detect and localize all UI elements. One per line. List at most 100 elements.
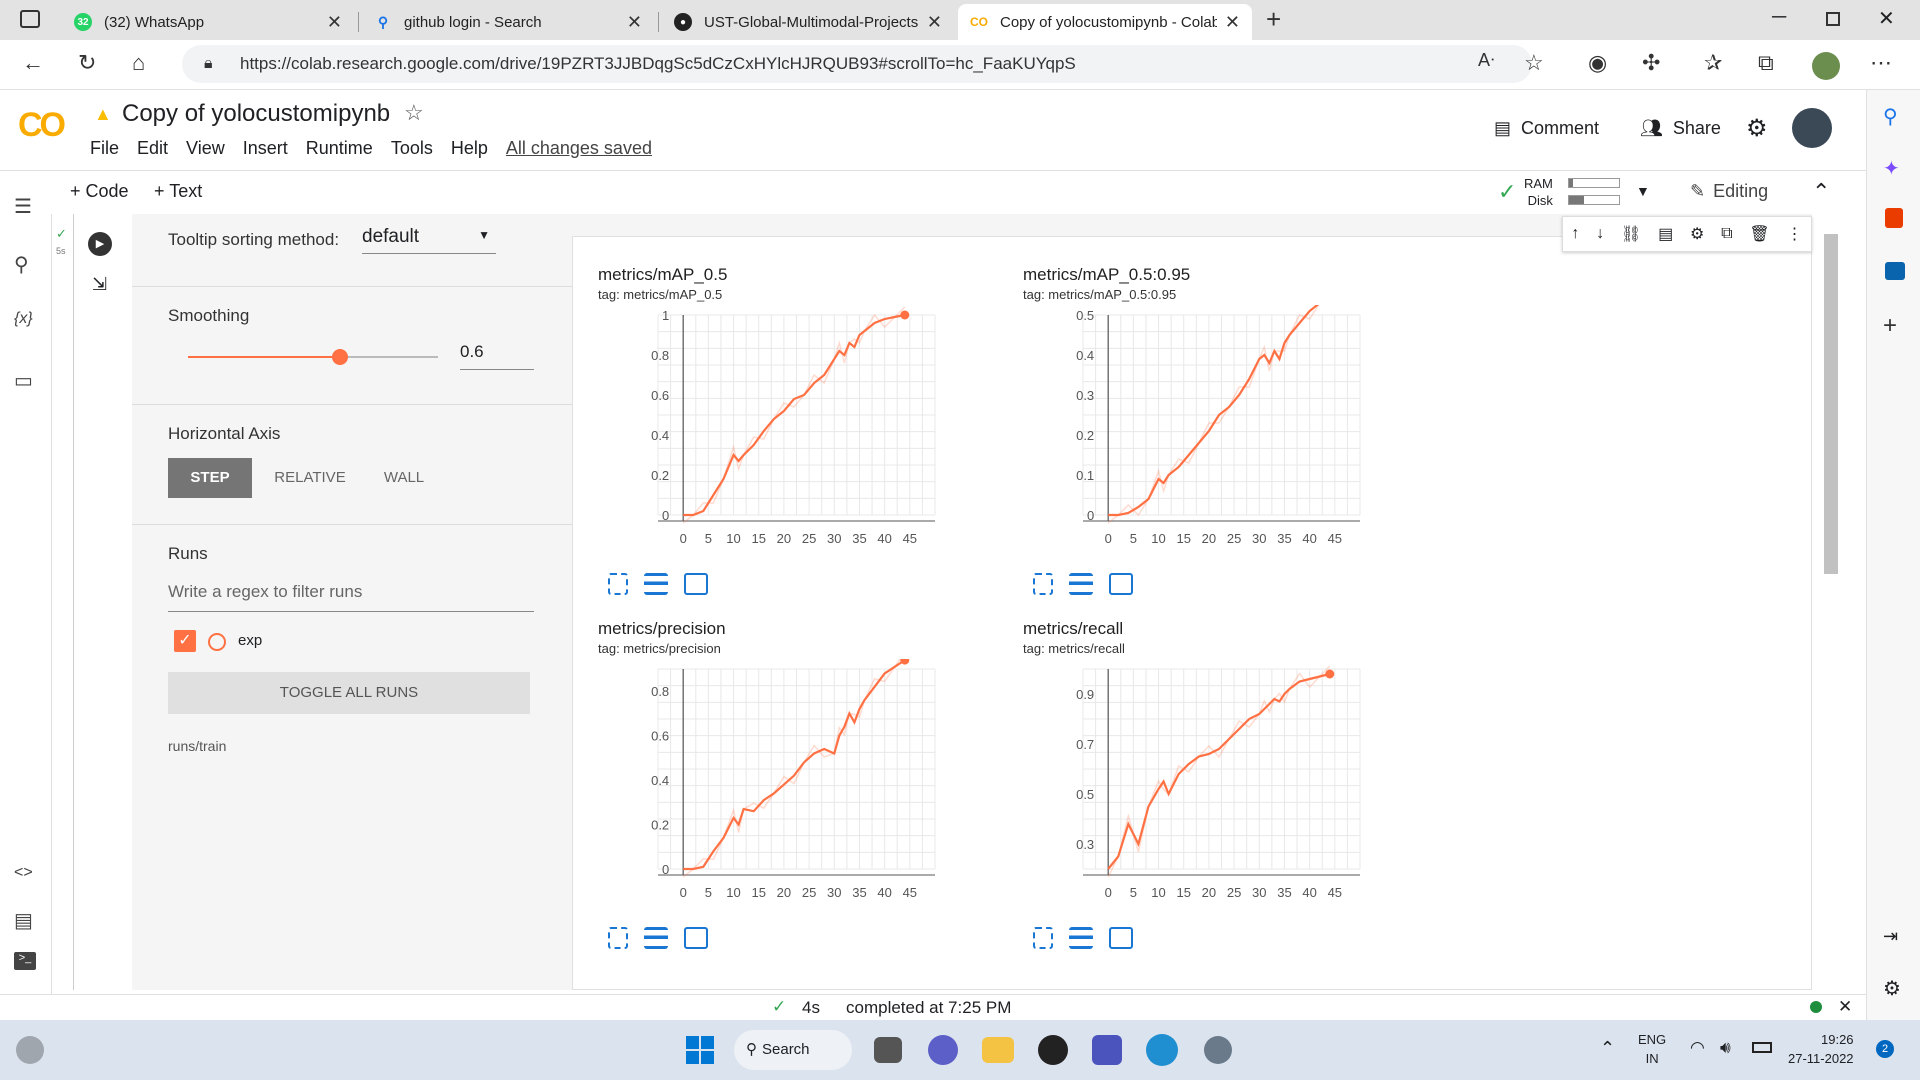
close-window-icon[interactable]: ✕ (1878, 6, 1895, 31)
run-cell-button[interactable]: ▶ (88, 232, 112, 256)
editing-button[interactable]: ✎ Editing (1690, 181, 1768, 202)
move-down-icon[interactable]: ↓ (1596, 225, 1604, 243)
status-completed[interactable]: completed at 7:25 PM (846, 998, 1011, 1018)
tray-chevron-icon[interactable]: ⌃ (1600, 1038, 1615, 1059)
runtime-dropdown-icon[interactable]: ▼ (1636, 183, 1650, 199)
data-toggle-icon[interactable] (644, 927, 668, 949)
smoothing-slider[interactable] (188, 349, 438, 365)
tab-github-repo[interactable]: ● UST-Global-Multimodal-Projects ✕ (662, 4, 954, 40)
search-icon[interactable]: ⚲ (1883, 104, 1898, 129)
ram-disk-label[interactable]: RAM Disk (1524, 175, 1553, 209)
minimize-icon[interactable]: ─ (1772, 6, 1786, 29)
wifi-icon[interactable]: ◠ (1690, 1038, 1705, 1058)
refresh-icon[interactable]: ↻ (78, 50, 96, 76)
output-icon[interactable]: ⇲ (92, 274, 107, 295)
office-icon[interactable] (1885, 208, 1903, 228)
menu-file[interactable]: File (90, 138, 119, 159)
files-icon[interactable]: ▭ (14, 368, 33, 393)
settings-app-icon[interactable] (1204, 1036, 1232, 1064)
home-icon[interactable]: ⌂ (132, 50, 145, 76)
data-toggle-icon[interactable] (1069, 927, 1093, 949)
toc-icon[interactable]: ☰ (14, 194, 32, 219)
close-tab-icon[interactable]: ✕ (1225, 12, 1240, 33)
restore-icon[interactable] (1826, 12, 1840, 26)
notification-badge[interactable]: 2 (1876, 1040, 1894, 1058)
more-icon[interactable]: ⋮ (1787, 224, 1803, 244)
gear-icon[interactable]: ⚙ (1690, 224, 1704, 244)
add-icon[interactable]: + (1883, 312, 1897, 340)
discover-icon[interactable]: ✦ (1883, 156, 1900, 181)
variables-icon[interactable]: {x} (14, 310, 33, 328)
teams-icon[interactable] (1092, 1035, 1122, 1065)
collections-icon[interactable]: ⧉ (1758, 50, 1774, 76)
menu-runtime[interactable]: Runtime (306, 138, 373, 159)
settings-icon[interactable]: ⚙ (1746, 114, 1768, 143)
extensions-icon[interactable]: ✣ (1642, 50, 1660, 76)
extension-icon[interactable]: ◉ (1588, 50, 1607, 76)
run-color-icon[interactable] (208, 633, 226, 651)
notebook-title[interactable]: Copy of yolocustomipynb (122, 100, 390, 128)
fullscreen-icon[interactable] (608, 573, 628, 595)
slider-thumb[interactable] (332, 349, 348, 365)
favorite-icon[interactable]: ☆ (1524, 50, 1544, 76)
battery-icon[interactable] (1752, 1042, 1772, 1053)
mirror-icon[interactable]: ⧉ (1721, 225, 1732, 243)
delete-icon[interactable]: 🗑︎ (1749, 224, 1769, 244)
start-icon[interactable] (686, 1036, 714, 1064)
add-code-button[interactable]: + Code (70, 181, 129, 202)
menu-edit[interactable]: Edit (137, 138, 168, 159)
run-checkbox[interactable]: ✓ (174, 630, 196, 652)
fit-domain-icon[interactable] (684, 573, 708, 595)
tooltip-sort-select[interactable]: default ▼ (362, 226, 496, 254)
add-text-button[interactable]: + Text (154, 181, 202, 202)
read-aloud-icon[interactable]: Aᐧ (1478, 50, 1495, 71)
language-indicator[interactable]: ENG IN (1638, 1030, 1666, 1068)
collapse-icon[interactable]: ⌃ (1812, 179, 1830, 205)
tab-actions-icon[interactable] (20, 10, 40, 28)
sidebar-toggle-icon[interactable]: ⇥ (1883, 926, 1898, 947)
search-icon[interactable]: ⚲ (14, 252, 29, 277)
fullscreen-icon[interactable] (608, 927, 628, 949)
data-toggle-icon[interactable] (1069, 573, 1093, 595)
account-avatar[interactable] (1792, 108, 1832, 148)
comment-button[interactable]: ▤ Comment (1494, 118, 1599, 139)
comment-icon[interactable]: ▤ (1658, 224, 1673, 244)
close-tab-icon[interactable]: ✕ (927, 12, 942, 33)
volume-icon[interactable]: 🔊︎ (1720, 1038, 1731, 1058)
menu-view[interactable]: View (186, 138, 225, 159)
tab-github-search[interactable]: ⚲ github login - Search ✕ (362, 4, 654, 40)
back-icon[interactable]: ← (22, 50, 44, 76)
runs-filter-input[interactable]: Write a regex to filter runs (168, 582, 534, 612)
teams-chat-icon[interactable] (928, 1035, 958, 1065)
link-icon[interactable]: ⛓ (1621, 224, 1641, 244)
colab-logo[interactable]: CO (18, 106, 66, 145)
profile-avatar[interactable] (1812, 52, 1840, 80)
edge-icon[interactable] (1146, 1034, 1178, 1066)
dell-icon[interactable] (1038, 1035, 1068, 1065)
data-toggle-icon[interactable] (644, 573, 668, 595)
favorites-icon[interactable]: ✰ (1704, 50, 1722, 76)
taskbar-search[interactable]: ⚲ Search (734, 1030, 852, 1070)
cell-scrollbar[interactable] (1824, 234, 1838, 574)
axis-relative-button[interactable]: RELATIVE (268, 458, 352, 498)
url-field[interactable]: 🔒︎ https://colab.research.google.com/dri… (182, 45, 1532, 83)
close-tab-icon[interactable]: ✕ (327, 12, 342, 33)
close-status-icon[interactable]: ✕ (1838, 997, 1852, 1017)
save-status-link[interactable]: All changes saved (506, 138, 652, 159)
close-tab-icon[interactable]: ✕ (627, 12, 642, 33)
toggle-all-runs-button[interactable]: TOGGLE ALL RUNS (168, 672, 530, 714)
fit-domain-icon[interactable] (1109, 927, 1133, 949)
axis-step-button[interactable]: STEP (168, 458, 252, 498)
tab-whatsapp[interactable]: 32 (32) WhatsApp ✕ (62, 4, 354, 40)
task-view-icon[interactable] (874, 1037, 902, 1063)
menu-insert[interactable]: Insert (243, 138, 288, 159)
clock[interactable]: 19:26 27-11-2022 (1788, 1030, 1854, 1068)
new-tab-icon[interactable]: + (1266, 4, 1281, 35)
fit-domain-icon[interactable] (684, 927, 708, 949)
axis-wall-button[interactable]: WALL (362, 458, 446, 498)
weather-icon[interactable] (16, 1036, 44, 1064)
terminal-icon[interactable]: >_ (14, 952, 36, 970)
settings-icon[interactable]: ⚙ (1883, 976, 1901, 1001)
move-up-icon[interactable]: ↑ (1571, 225, 1579, 243)
menu-help[interactable]: Help (451, 138, 488, 159)
